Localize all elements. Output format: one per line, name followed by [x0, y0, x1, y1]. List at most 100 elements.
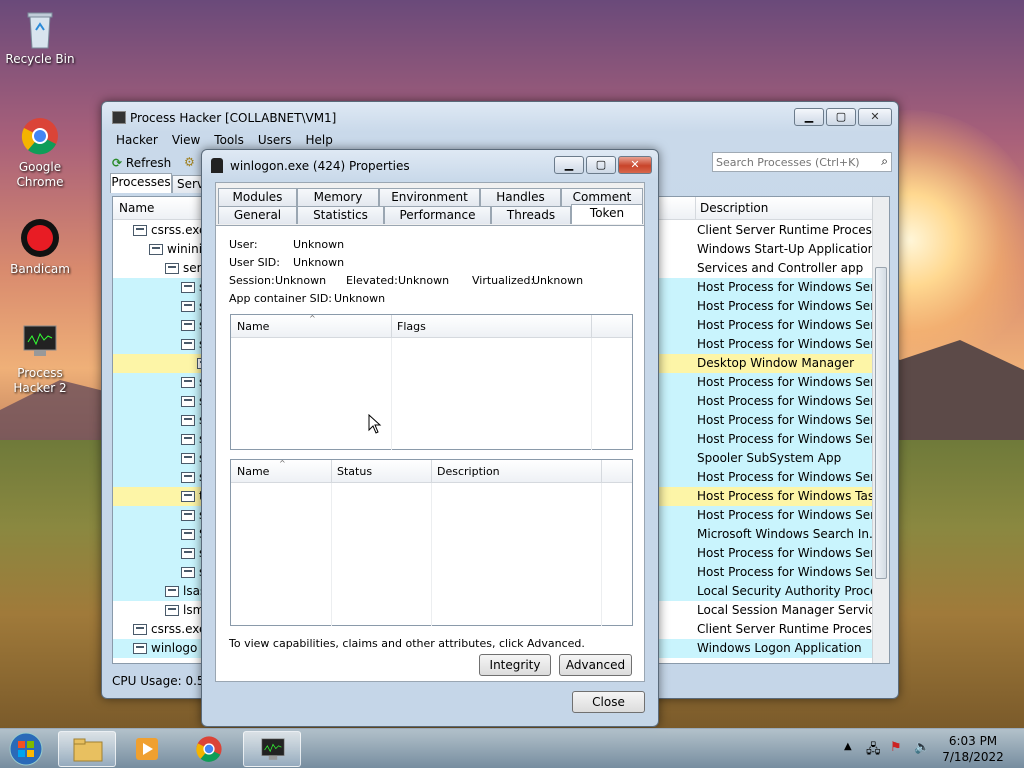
privileges-header: Name ^ Status Description: [231, 459, 632, 483]
dialog-title: winlogon.exe (424) Properties: [230, 159, 410, 173]
minimize-button[interactable]: ▁: [794, 108, 824, 126]
tab-memory[interactable]: Memory: [297, 188, 379, 206]
integrity-button[interactable]: Integrity: [479, 654, 551, 676]
gear-icon[interactable]: ⚙: [184, 155, 195, 169]
process-icon: [181, 434, 195, 445]
tab-general[interactable]: General: [218, 206, 297, 224]
maximize-button[interactable]: ▢: [826, 108, 856, 126]
desktop-icon-chrome[interactable]: Google Chrome: [0, 116, 80, 190]
recycle-bin-icon: [20, 8, 60, 49]
search-input[interactable]: [713, 153, 869, 171]
search-processes-box[interactable]: ⌕: [712, 152, 892, 172]
menu-hacker[interactable]: Hacker: [116, 133, 158, 147]
properties-dialog[interactable]: winlogon.exe (424) Properties ▁ ▢ ✕ Modu…: [201, 149, 659, 727]
media-player-icon: [136, 738, 158, 760]
desktop-icon-process-hacker[interactable]: Process Hacker 2: [0, 322, 80, 396]
process-name: csrss.exe: [133, 221, 206, 240]
tray-expand-icon[interactable]: ▲: [844, 741, 852, 752]
privileges-column-status[interactable]: Status: [331, 460, 372, 483]
process-icon: [181, 396, 195, 407]
user-value: Unknown: [293, 238, 345, 251]
privileges-column-name[interactable]: Name: [237, 460, 269, 483]
tab-handles[interactable]: Handles: [480, 188, 561, 206]
process-icon: [181, 510, 195, 521]
menu-help[interactable]: Help: [305, 133, 332, 147]
tab-statistics[interactable]: Statistics: [297, 206, 384, 224]
column-name[interactable]: Name: [119, 197, 154, 220]
advanced-button[interactable]: Advanced: [559, 654, 632, 676]
process-description: Windows Logon Application: [697, 641, 862, 655]
dialog-minimize-button[interactable]: ▁: [554, 156, 584, 174]
desktop-icon-bandicam[interactable]: Bandicam: [0, 218, 80, 277]
privileges-grid-line: [601, 483, 602, 626]
process-description: Local Security Authority Proce...: [697, 584, 873, 598]
window-title: Process Hacker [COLLABNET\VM1]: [130, 111, 337, 125]
volume-icon[interactable]: 🔈: [914, 740, 930, 755]
scrollbar-thumb[interactable]: [875, 267, 887, 579]
groups-grid-line: [391, 338, 392, 450]
taskbar-process-hacker[interactable]: [243, 731, 301, 767]
tree-scrollbar[interactable]: [872, 197, 889, 663]
folder-icon: [73, 738, 103, 762]
taskbar-media-player[interactable]: [118, 731, 176, 767]
groups-column-flags[interactable]: Flags: [391, 315, 426, 338]
process-description: Host Process for Windows Tas...: [697, 489, 873, 503]
groups-header: Name ^ Flags: [231, 314, 632, 338]
process-description: Host Process for Windows Ser...: [697, 318, 873, 332]
tab-threads[interactable]: Threads: [491, 206, 571, 224]
refresh-label: Refresh: [125, 156, 172, 170]
tab-environment[interactable]: Environment: [379, 188, 480, 206]
process-name-text: winlogo: [151, 641, 198, 655]
menu-tools[interactable]: Tools: [214, 133, 244, 147]
start-button[interactable]: [6, 731, 46, 767]
privileges-list[interactable]: Name ^ Status Description: [230, 459, 633, 626]
dialog-close-icon[interactable]: ✕: [618, 156, 652, 174]
desktop-icon-recycle-bin[interactable]: Recycle Bin: [0, 8, 80, 67]
close-button[interactable]: Close: [572, 691, 645, 713]
process-description: Host Process for Windows Ser...: [697, 413, 873, 427]
process-icon: [211, 158, 223, 173]
menu-users[interactable]: Users: [258, 133, 292, 147]
process-description: Host Process for Windows Ser...: [697, 299, 873, 313]
chrome-icon: [20, 116, 60, 156]
privileges-column-description[interactable]: Description: [431, 460, 500, 483]
privileges-grid-line: [331, 483, 332, 626]
column-description[interactable]: Description: [695, 197, 768, 220]
tab-processes[interactable]: Processes: [110, 173, 172, 193]
menu-view[interactable]: View: [172, 133, 200, 147]
close-window-button[interactable]: ✕: [858, 108, 892, 126]
groups-list[interactable]: Name ^ Flags: [230, 314, 633, 450]
process-description: Spooler SubSystem App: [697, 451, 842, 465]
action-center-icon[interactable]: ⚑: [890, 740, 902, 755]
user-sid-value: Unknown: [293, 256, 345, 269]
process-description: Microsoft Windows Search In...: [697, 527, 873, 541]
process-icon: [165, 263, 179, 274]
session-label: Session:: [229, 274, 275, 287]
user-label: User:: [229, 238, 258, 251]
tab-modules[interactable]: Modules: [218, 188, 297, 206]
refresh-button[interactable]: ⟳ Refresh: [112, 153, 171, 173]
process-icon: [165, 586, 179, 597]
menu-bar: Hacker View Tools Users Help: [116, 133, 347, 147]
desktop-icon-label: Recycle Bin: [5, 52, 75, 66]
tab-token[interactable]: Token: [571, 204, 643, 224]
clock[interactable]: 6:03 PM 7/18/2022: [936, 733, 1010, 765]
search-icon[interactable]: ⌕: [881, 154, 888, 169]
groups-column-name[interactable]: Name: [237, 315, 269, 338]
desktop-icon-label: Google Chrome: [16, 160, 64, 189]
taskbar-chrome[interactable]: [180, 731, 238, 767]
taskbar: ▲ 🖧 ⚑ 🔈 6:03 PM 7/18/2022: [0, 728, 1024, 768]
process-name: csrss.exe: [133, 620, 206, 639]
tab-performance[interactable]: Performance: [384, 206, 491, 224]
groups-column-divider: [591, 315, 592, 338]
process-hacker-icon: [261, 738, 285, 760]
privileges-grid-line: [431, 483, 432, 626]
dialog-maximize-button[interactable]: ▢: [586, 156, 616, 174]
process-description: Host Process for Windows Ser...: [697, 508, 873, 522]
network-icon[interactable]: 🖧: [866, 740, 881, 762]
app-container-sid-value: Unknown: [334, 292, 386, 305]
desktop-icon-label: Bandicam: [10, 262, 70, 276]
process-icon: [181, 472, 195, 483]
taskbar-explorer[interactable]: [58, 731, 116, 767]
process-icon: [181, 491, 195, 502]
